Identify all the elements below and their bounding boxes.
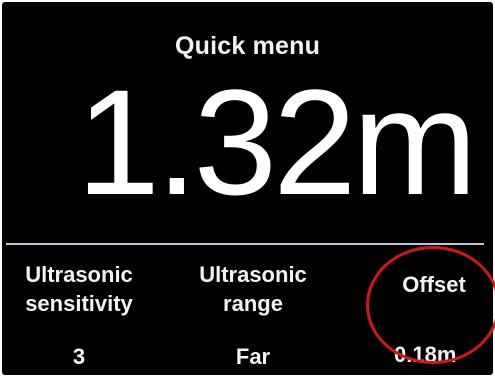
divider-line — [6, 243, 484, 245]
highlight-circle-annotation — [366, 246, 495, 364]
setting-value: Far — [235, 344, 271, 369]
setting-value: 3 — [72, 344, 86, 369]
setting-label-line2: range — [223, 291, 283, 316]
setting-ultrasonic-range[interactable]: Ultrasonic range Far — [178, 260, 328, 369]
setting-label-line1: Ultrasonic — [199, 262, 307, 287]
setting-ultrasonic-sensitivity[interactable]: Ultrasonic sensitivity 3 — [4, 260, 154, 369]
distance-reading: 1.32m — [76, 58, 478, 226]
setting-label-line2: sensitivity — [25, 291, 133, 316]
setting-label-line1: Ultrasonic — [25, 262, 133, 287]
